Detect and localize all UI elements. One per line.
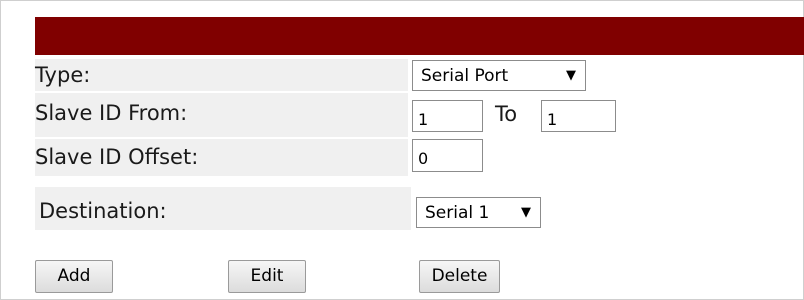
slave-id-offset-label: Slave ID Offset: [35, 145, 199, 169]
type-label: Type: [35, 63, 91, 87]
type-select[interactable]: Serial Port ▼ [412, 60, 586, 91]
type-select-value: Serial Port [421, 66, 509, 86]
slave-id-offset-input[interactable] [412, 139, 483, 172]
slave-id-offset-label-cell: Slave ID Offset: [35, 139, 408, 176]
header-bar [35, 17, 804, 55]
slave-id-from-label: Slave ID From: [35, 101, 188, 125]
edit-button[interactable]: Edit [228, 260, 306, 293]
chevron-down-icon: ▼ [521, 205, 531, 220]
slave-id-from-label-cell: Slave ID From: [35, 93, 408, 137]
destination-select-value: Serial 1 [425, 203, 490, 223]
destination-select[interactable]: Serial 1 ▼ [416, 197, 541, 228]
destination-label-cell: Destination: [35, 187, 411, 230]
type-label-cell: Type: [35, 59, 408, 91]
slave-id-from-input[interactable] [412, 100, 483, 132]
delete-button[interactable]: Delete [419, 260, 500, 293]
chevron-down-icon: ▼ [566, 68, 576, 83]
add-button[interactable]: Add [35, 260, 113, 293]
slave-id-to-input[interactable] [541, 100, 616, 132]
destination-label: Destination: [39, 199, 167, 223]
to-label: To [495, 102, 518, 126]
